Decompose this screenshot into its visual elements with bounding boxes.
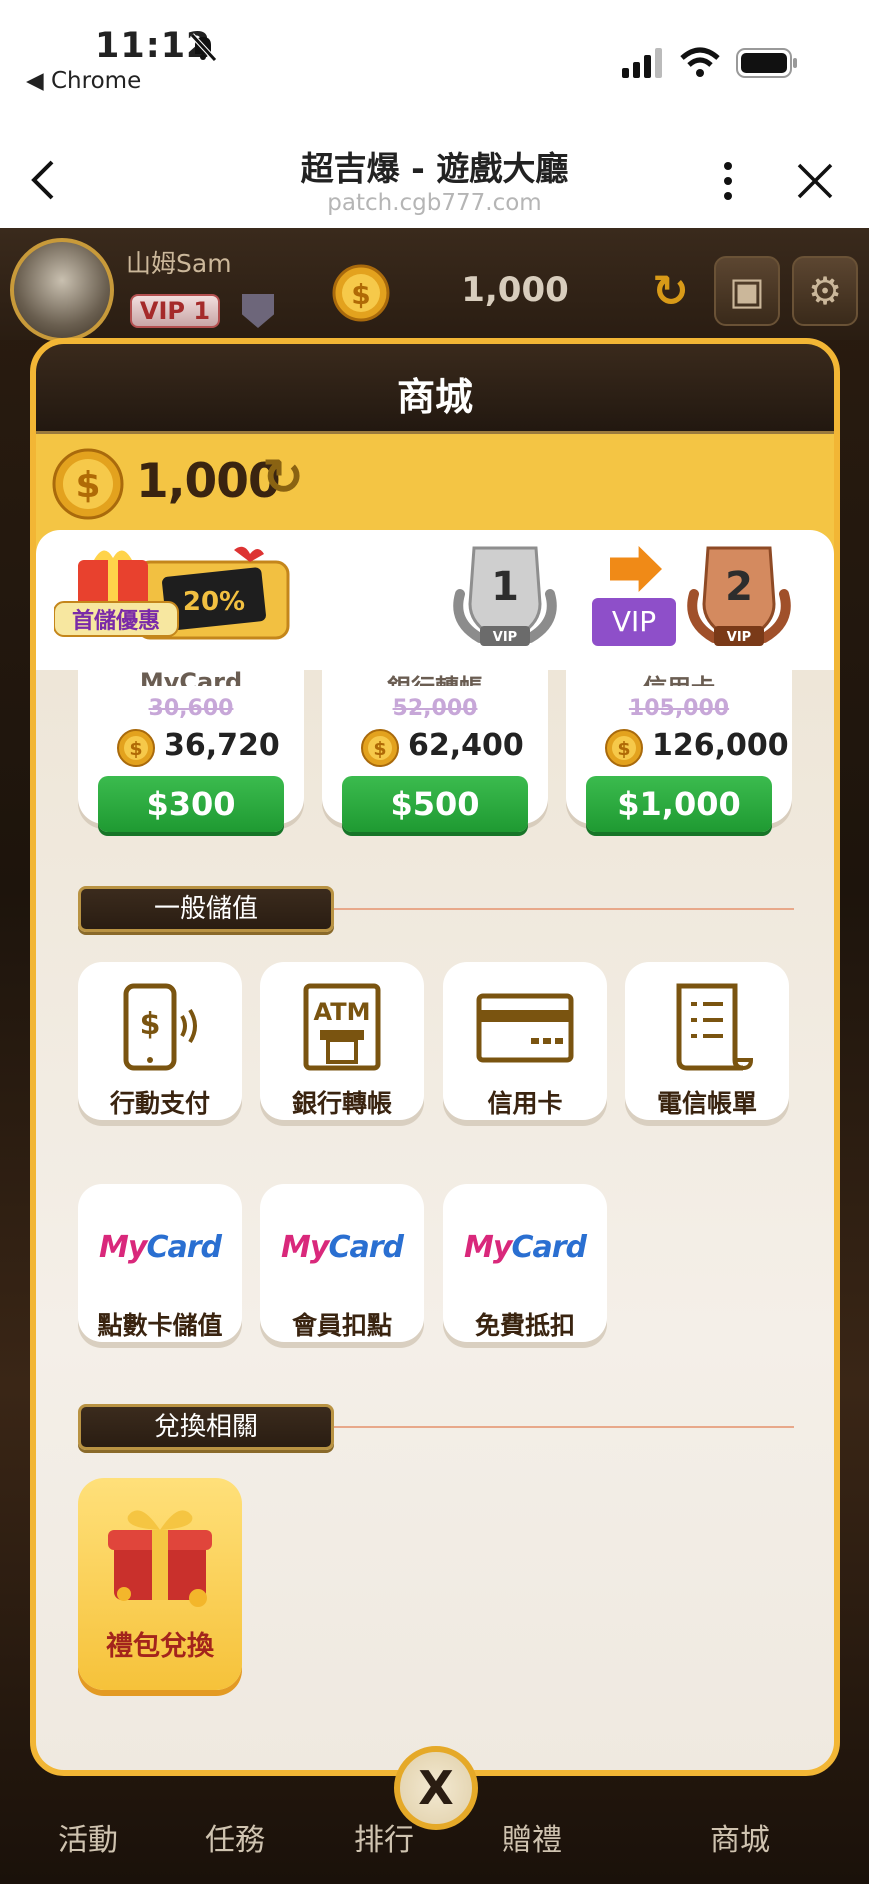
svg-text:$: $ [75, 465, 100, 506]
nav-shop[interactable]: 商城 [710, 1815, 770, 1859]
divider [334, 1426, 794, 1428]
refresh-icon[interactable]: ↻ [262, 448, 304, 506]
tile-gift-exchange[interactable]: 禮包兌換 [78, 1478, 242, 1690]
tile-label: 行動支付 [109, 1089, 210, 1118]
nav-ranking[interactable]: 排行 [354, 1815, 414, 1859]
tile-label: 禮包兌換 [106, 1631, 214, 1662]
svg-text:$: $ [129, 738, 142, 760]
page-title: 超吉爆 - 遊戲大廳 [300, 149, 569, 188]
player-avatar[interactable] [10, 238, 114, 342]
back-to-chrome-link[interactable]: ◀ Chrome [26, 68, 141, 94]
svg-text:$: $ [351, 278, 370, 311]
coin-icon: $ [332, 264, 390, 322]
mycard-logo: MyCard [464, 1230, 587, 1265]
vip2-badge: 2 VIP [687, 546, 791, 646]
page-url: patch.cgb777.com [327, 190, 542, 216]
coin-icon: $ [117, 729, 155, 767]
shop-balance: 1,000 [136, 454, 281, 509]
package-method: 信用卡 [566, 668, 792, 686]
player-name: 山姆Sam [126, 249, 232, 278]
tile-label: 電信帳單 [656, 1089, 757, 1118]
coin-icon: $ [605, 729, 643, 767]
divider [334, 908, 794, 910]
tile-label: 會員扣點 [291, 1311, 392, 1340]
gear-icon[interactable]: ⚙ [792, 256, 858, 326]
package-price-button[interactable]: $1,000 [586, 776, 772, 832]
top-coin-balance: 1,000 [461, 270, 569, 310]
player-vip-badge: VIP 1 [130, 294, 220, 328]
wifi-icon [680, 47, 720, 77]
vip-next-label: VIP [592, 598, 676, 646]
tile-credit-card[interactable]: 信用卡 [443, 962, 607, 1120]
close-dialog-button[interactable]: X [394, 1746, 478, 1830]
close-browser-icon[interactable] [796, 162, 834, 200]
cellular-signal-icon [622, 48, 662, 78]
package-coins: 62,400 [408, 728, 524, 763]
svg-text:首儲優惠: 首儲優惠 [72, 608, 160, 634]
vip1-badge: 1 VIP [453, 546, 557, 646]
first-deposit-promo[interactable]: 20% 首儲優惠 [54, 540, 294, 646]
tile-member-deduct[interactable]: MyCard 會員扣點 [260, 1184, 424, 1342]
nav-tasks[interactable]: 任務 [205, 1815, 265, 1859]
tile-point-card[interactable]: MyCard 點數卡儲值 [78, 1184, 242, 1342]
battery-icon [736, 48, 797, 78]
package-original-coins: 52,000 [392, 696, 478, 721]
dialog-header: 商城 [36, 344, 834, 434]
section-general-deposit: 一般儲值 [78, 886, 334, 932]
tile-mobile-pay[interactable]: $ 行動支付 [78, 962, 242, 1120]
tile-bank-transfer[interactable]: ATM 銀行轉帳 [260, 962, 424, 1120]
svg-text:$: $ [140, 1007, 161, 1042]
package-method: 銀行轉帳 [322, 668, 548, 686]
more-options-icon[interactable] [720, 160, 736, 202]
svg-text:ATM: ATM [314, 998, 371, 1026]
package-price-button[interactable]: $500 [342, 776, 528, 832]
package-card[interactable]: 信用卡 105,000 $ 126,000 $1,000 [566, 668, 792, 832]
coin-icon: $ [361, 729, 399, 767]
nav-activity[interactable]: 活動 [58, 1815, 118, 1859]
tile-label: 銀行轉帳 [291, 1089, 392, 1118]
mobile-pay-icon: $ [123, 983, 197, 1071]
package-original-coins: 105,000 [628, 696, 730, 721]
package-coins: 126,000 [652, 728, 789, 763]
tile-label: 信用卡 [487, 1089, 563, 1118]
svg-text:$: $ [373, 738, 386, 760]
svg-text:1: 1 [491, 564, 519, 610]
bag-icon[interactable]: ▣ [714, 256, 780, 326]
credit-card-icon [476, 993, 574, 1063]
package-card[interactable]: 銀行轉帳 52,000 $ 62,400 $500 [322, 668, 548, 832]
bill-icon [676, 983, 754, 1071]
package-method: MyCard [139, 668, 243, 686]
svg-text:2: 2 [725, 564, 753, 610]
coin-icon: $ [52, 448, 124, 520]
tile-label: 免費抵扣 [474, 1311, 575, 1340]
atm-icon: ATM [303, 983, 381, 1071]
dialog-title: 商城 [396, 375, 473, 419]
section-exchange: 兌換相關 [78, 1404, 334, 1450]
package-coins: 36,720 [164, 728, 280, 763]
package-card[interactable]: MyCard 30,600 $ 36,720 $300 [78, 668, 304, 832]
svg-text:$: $ [617, 738, 630, 760]
svg-text:20%: 20% [183, 587, 245, 617]
gift-box-icon [108, 1510, 212, 1607]
tile-telecom-bill[interactable]: 電信帳單 [625, 962, 789, 1120]
bell-slash-icon [190, 33, 217, 62]
tile-free-deduct[interactable]: MyCard 免費抵扣 [443, 1184, 607, 1342]
mycard-logo: MyCard [99, 1230, 222, 1265]
package-original-coins: 30,600 [148, 696, 234, 721]
nav-gifts[interactable]: 贈禮 [502, 1815, 562, 1859]
svg-text:VIP: VIP [493, 630, 517, 645]
mycard-logo: MyCard [281, 1230, 404, 1265]
refresh-icon[interactable]: ↻ [652, 266, 689, 317]
tile-label: 點數卡儲值 [97, 1311, 223, 1340]
svg-text:VIP: VIP [727, 630, 751, 645]
package-price-button[interactable]: $300 [98, 776, 284, 832]
